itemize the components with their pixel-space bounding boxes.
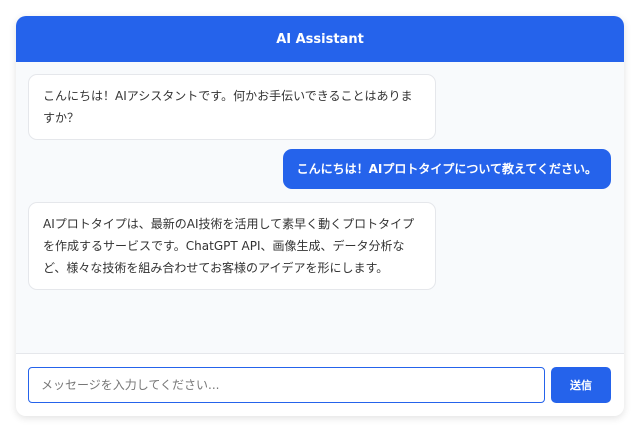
user-message: こんにちは！AIプロトタイプについて教えてください。 [282,149,611,189]
assistant-message: こんにちは！AIアシスタントです。何かお手伝いできることはありますか？ [28,74,436,140]
message-input[interactable] [28,367,545,403]
chat-title: AI Assistant [276,31,364,47]
assistant-message: AIプロトタイプは、最新のAI技術を活用して素早く動くプロトタイプを作成するサー… [28,202,436,290]
chat-header: AI Assistant [16,16,624,62]
send-button[interactable]: 送信 [551,367,611,403]
message-list: こんにちは！AIアシスタントです。何かお手伝いできることはありますか？ こんにち… [16,62,624,353]
chat-window: AI Assistant こんにちは！AIアシスタントです。何かお手伝いできるこ… [16,16,624,416]
input-bar: 送信 [16,353,624,416]
